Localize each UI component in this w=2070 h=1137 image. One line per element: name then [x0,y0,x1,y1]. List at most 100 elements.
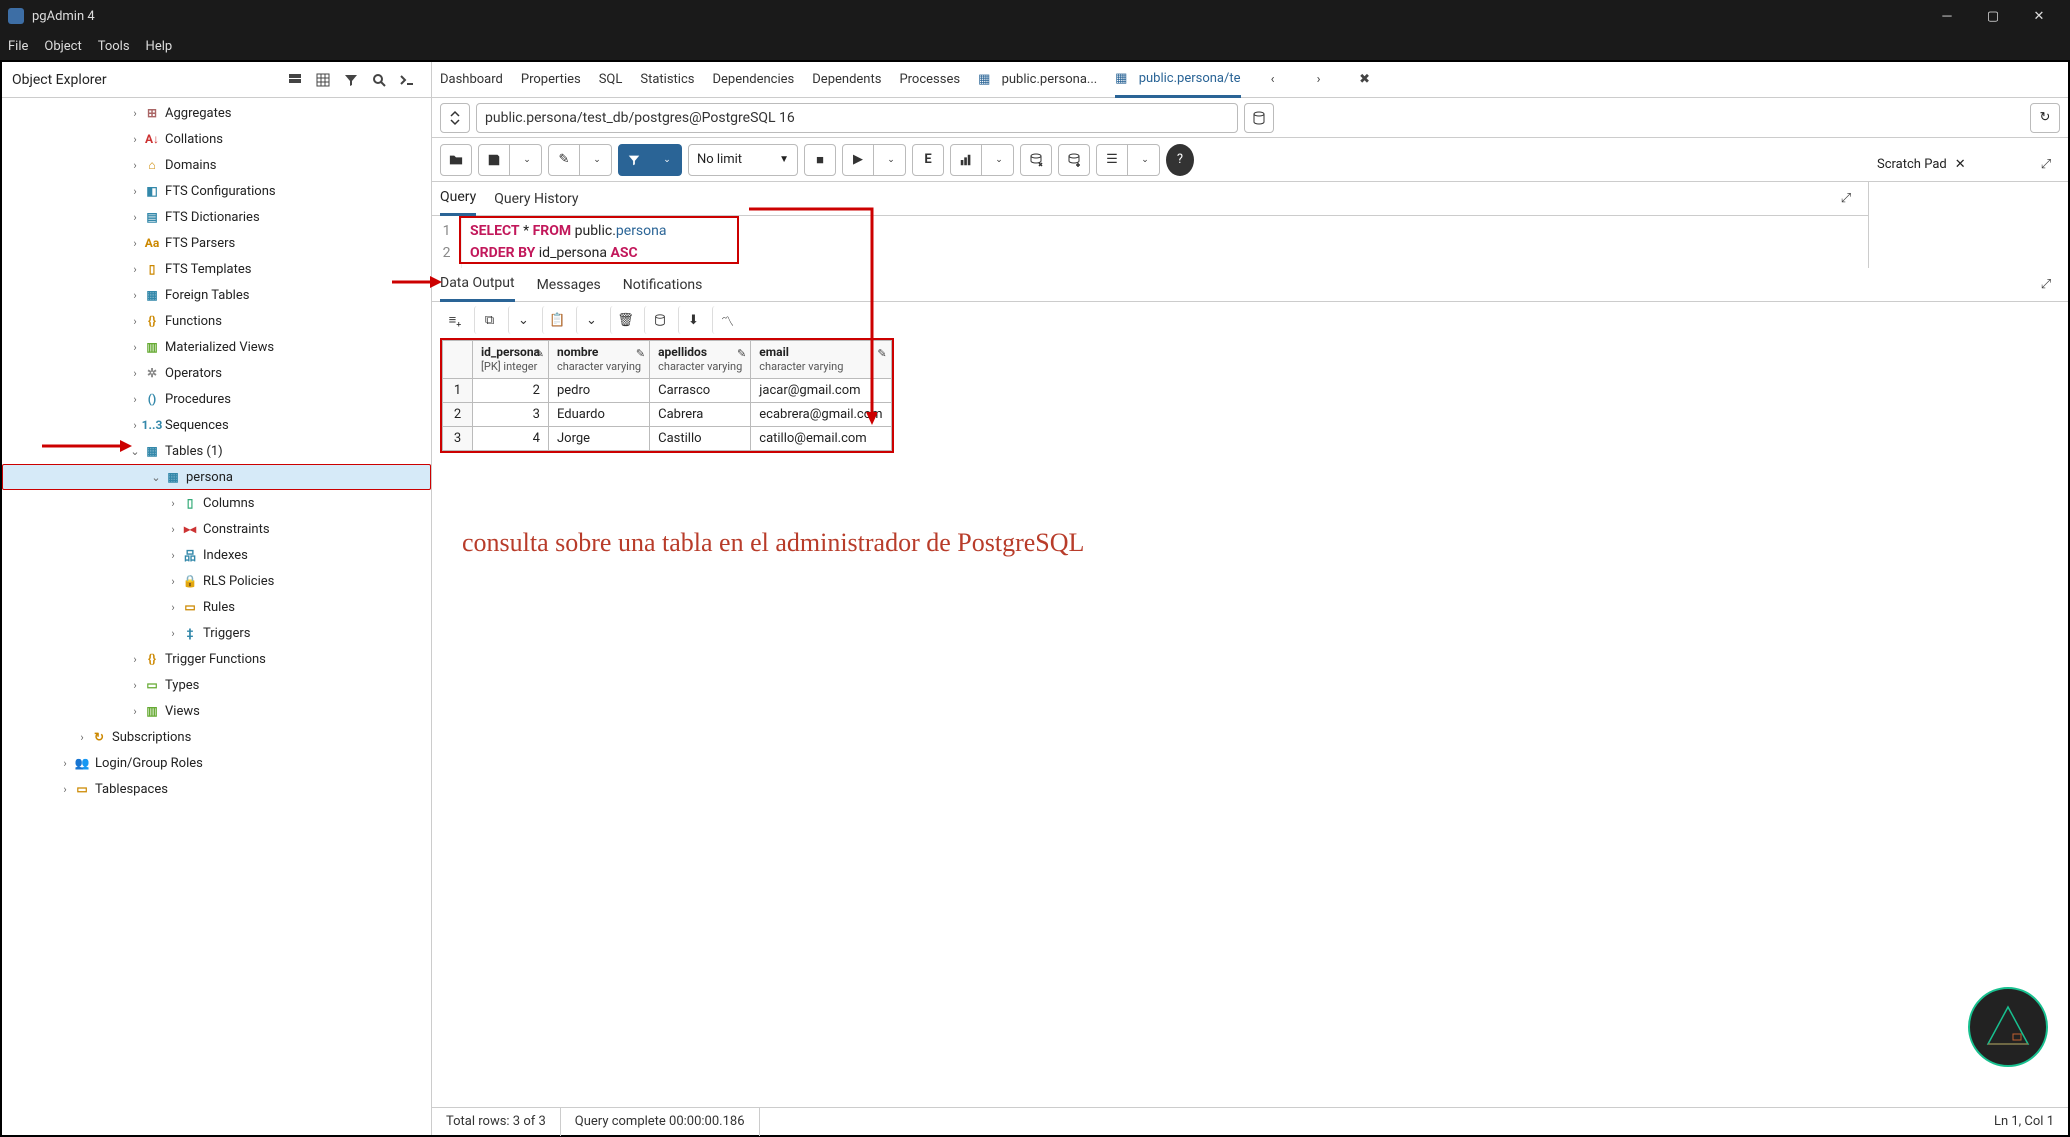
connection-path[interactable]: public.persona/test_db/postgres@PostgreS… [476,103,1238,133]
explain-analyze-button[interactable] [950,144,982,176]
tab-sql[interactable]: SQL [599,72,623,87]
tab-properties[interactable]: Properties [521,72,581,87]
tree-item[interactable]: ›🔒RLS Policies [2,568,431,594]
tree-item[interactable]: ›AaFTS Parsers [2,230,431,256]
tree-item[interactable]: ›↻Subscriptions [2,724,431,750]
chevron-icon[interactable]: ⌄ [127,445,143,458]
table-row[interactable]: 34JorgeCastillocatillo@email.com [443,427,892,451]
messages-tab[interactable]: Messages [537,268,601,302]
run-button[interactable]: ▶ [842,144,874,176]
chevron-icon[interactable]: › [165,549,181,562]
rollback-button[interactable] [1058,144,1090,176]
chevron-icon[interactable]: › [127,263,143,276]
row-number[interactable]: 3 [443,427,473,451]
menu-help[interactable]: Help [146,39,173,54]
chevron-icon[interactable]: › [127,133,143,146]
cell[interactable]: Eduardo [548,403,649,427]
maximize-button[interactable]: ▢ [1970,0,2016,32]
delete-row-button[interactable]: 🗑 [610,306,640,334]
database-icon[interactable] [1244,103,1274,133]
tree-item[interactable]: ⌄▦persona [2,464,431,490]
cell[interactable]: 4 [473,427,549,451]
tab-scroll-right[interactable]: › [1305,66,1333,94]
data-output-tab[interactable]: Data Output [440,268,515,302]
tab-dependents[interactable]: Dependents [812,72,881,87]
chevron-icon[interactable]: › [127,315,143,328]
chevron-icon[interactable]: › [127,211,143,224]
chevron-icon[interactable]: › [57,783,73,796]
filter-list-icon[interactable] [337,66,365,94]
commit-button[interactable] [1020,144,1052,176]
add-row-button[interactable]: ≡₊ [440,306,470,334]
reset-layout-icon[interactable]: ↻ [2030,103,2060,133]
chevron-icon[interactable]: › [57,757,73,770]
chevron-icon[interactable]: › [127,419,143,432]
stop-button[interactable]: ■ [804,144,836,176]
chevron-icon[interactable]: › [127,159,143,172]
cell[interactable]: Castillo [650,427,751,451]
cell[interactable]: pedro [548,379,649,403]
chevron-icon[interactable]: › [127,705,143,718]
column-header[interactable]: id_persona[PK] integer✎ [473,341,549,379]
edit-column-icon[interactable]: ✎ [535,347,544,360]
chevron-icon[interactable]: › [165,601,181,614]
column-header[interactable]: nombrecharacter varying✎ [548,341,649,379]
result-grid[interactable]: id_persona[PK] integer✎nombrecharacter v… [440,338,894,453]
disconnect-icon[interactable] [440,103,470,133]
tab-dependencies[interactable]: Dependencies [712,72,794,87]
sql-editor[interactable]: 1 2 SELECT * FROM public.persona ORDER B… [432,216,1868,268]
tree-item[interactable]: ›▯Columns [2,490,431,516]
save-dropdown[interactable]: ⌄ [510,144,542,176]
tree-item[interactable]: ›▦Foreign Tables [2,282,431,308]
cell[interactable]: jacar@gmail.com [751,379,891,403]
query-history-tab[interactable]: Query History [494,182,578,216]
filter-button[interactable] [618,144,650,176]
filter-dropdown[interactable]: ⌄ [650,144,682,176]
tab-scroll-left[interactable]: ‹ [1259,66,1287,94]
cell[interactable]: Cabrera [650,403,751,427]
chevron-icon[interactable]: › [127,107,143,120]
menu-file[interactable]: File [8,39,28,54]
doc-tab-1[interactable]: ▦ public.persona... [978,72,1097,87]
close-button[interactable]: ✕ [2016,0,2062,32]
chevron-icon[interactable]: › [165,575,181,588]
close-tab-icon[interactable]: ✖ [1351,66,1379,94]
cell[interactable]: Jorge [548,427,649,451]
notifications-tab[interactable]: Notifications [623,268,703,302]
expand-output-icon[interactable]: ⤢ [2032,271,2060,299]
query-tab[interactable]: Query [440,182,476,216]
tree-item[interactable]: ›▤FTS Dictionaries [2,204,431,230]
tree-item[interactable]: ›◧FTS Configurations [2,178,431,204]
copy-dropdown[interactable]: ⌄ [508,306,538,334]
chevron-icon[interactable]: › [127,341,143,354]
object-tree[interactable]: ›⊞Aggregates›A↓Collations›⌂Domains›◧FTS … [2,98,431,1135]
grid-icon[interactable] [309,66,337,94]
run-dropdown[interactable]: ⌄ [874,144,906,176]
terminal-icon[interactable] [393,66,421,94]
cell[interactable]: Carrasco [650,379,751,403]
chevron-icon[interactable]: › [127,237,143,250]
server-icon[interactable] [281,66,309,94]
open-file-button[interactable] [440,144,472,176]
tree-item[interactable]: ›▯FTS Templates [2,256,431,282]
menu-tools[interactable]: Tools [98,39,130,54]
column-header[interactable]: emailcharacter varying✎ [751,341,891,379]
expand-scratch-icon[interactable]: ⤢ [2032,151,2060,179]
tree-item[interactable]: ›✲Operators [2,360,431,386]
row-number[interactable]: 1 [443,379,473,403]
table-row[interactable]: 23EduardoCabreraecabrera@gmail.com [443,403,892,427]
macros-dropdown[interactable]: ⌄ [1128,144,1160,176]
graph-button[interactable]: 〽 [712,306,742,334]
tree-item[interactable]: ⌄▦Tables (1) [2,438,431,464]
chevron-icon[interactable]: › [127,393,143,406]
save-button[interactable] [478,144,510,176]
paste-dropdown[interactable]: ⌄ [576,306,606,334]
tree-item[interactable]: ›▥Materialized Views [2,334,431,360]
close-scratch-icon[interactable]: ✕ [1955,157,1966,172]
edit-dropdown[interactable]: ⌄ [580,144,612,176]
tree-item[interactable]: ›A↓Collations [2,126,431,152]
menu-object[interactable]: Object [44,39,81,54]
chevron-icon[interactable]: › [127,185,143,198]
table-row[interactable]: 12pedroCarrascojacar@gmail.com [443,379,892,403]
tab-dashboard[interactable]: Dashboard [440,72,503,87]
